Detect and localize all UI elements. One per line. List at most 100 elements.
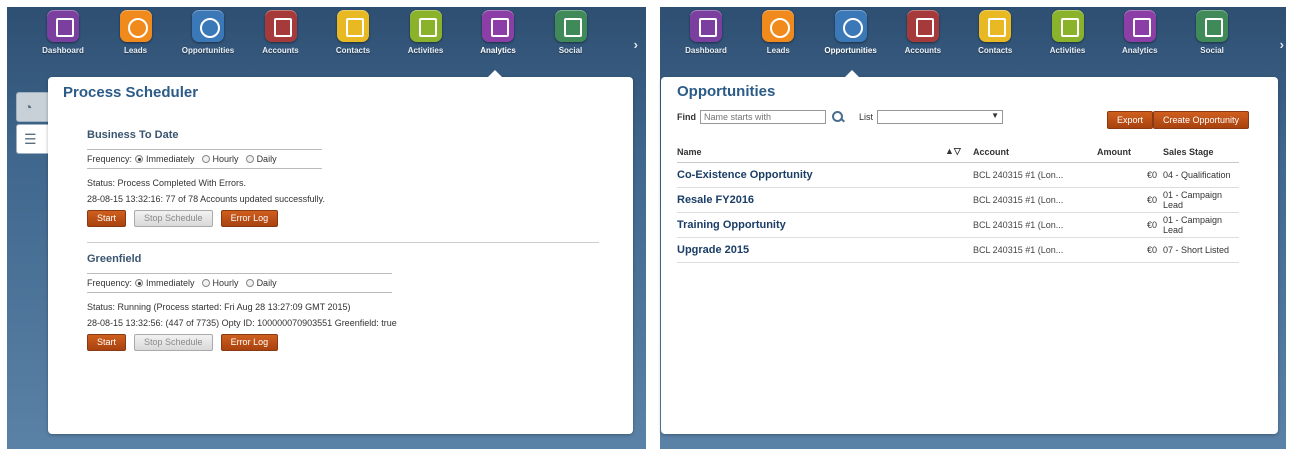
column-header-sales-stage[interactable]: Sales Stage xyxy=(1161,142,1239,163)
opportunity-link[interactable]: Training Opportunity xyxy=(677,219,786,231)
filter-bar: Find List ▼ xyxy=(677,110,1004,124)
dashboard-icon xyxy=(47,10,79,42)
start-button[interactable]: Start xyxy=(87,334,127,351)
nav-item-contacts[interactable]: Contacts xyxy=(322,10,384,55)
export-button[interactable]: Export xyxy=(1107,111,1154,129)
nav-label: Opportunities xyxy=(824,46,877,55)
table-header-row: Name ▲▽ Account Amount Sales Stage xyxy=(677,142,1239,163)
nav-label: Accounts xyxy=(262,46,299,55)
spacer-cell xyxy=(945,162,973,188)
radio-daily[interactable] xyxy=(245,155,254,163)
radio-immediately[interactable] xyxy=(135,279,144,287)
status-detail: 28-08-15 13:32:16: 77 of 78 Accounts upd… xyxy=(87,194,325,204)
table-row[interactable]: Training Opportunity BCL 240315 #1 (Lon..… xyxy=(677,212,1239,238)
search-icon[interactable] xyxy=(831,110,845,124)
leads-icon xyxy=(762,10,795,42)
nav-item-contacts[interactable]: Contacts xyxy=(964,10,1026,55)
nav-item-activities[interactable]: Activities xyxy=(395,10,457,55)
account-link[interactable]: BCL 240315 #1 (Lon... xyxy=(973,245,1063,255)
radio-hourly[interactable] xyxy=(201,279,210,287)
nav-item-leads[interactable]: Leads xyxy=(747,10,809,55)
opportunities-panel: Opportunities Find List ▼ Export Create … xyxy=(661,77,1278,434)
section-title: Business To Date xyxy=(87,129,179,141)
create-opportunity-button[interactable]: Create Opportunity xyxy=(1153,111,1250,129)
page-title: Process Scheduler xyxy=(63,84,199,101)
opportunity-name-cell: Upgrade 2015 xyxy=(677,237,945,263)
sales-stage-cell: 01 - Campaign Lead xyxy=(1161,212,1239,238)
opportunity-name-cell: Training Opportunity xyxy=(677,212,945,238)
stop-schedule-button[interactable]: Stop Schedule xyxy=(134,210,213,227)
table-row[interactable]: Upgrade 2015 BCL 240315 #1 (Lon... €0 07 - … xyxy=(677,237,1239,263)
table-row[interactable]: Co-Existence Opportunity BCL 240315 #1 (L… xyxy=(677,162,1239,188)
sort-icon[interactable]: ▲▽ xyxy=(945,142,973,163)
opportunity-name-cell: Resale FY2016 xyxy=(677,187,945,213)
opportunities-screen: Dashboard Leads Opportunities Accounts Conta… xyxy=(652,0,1292,449)
section-business-to-date: Business To Date Frequency: Immediately … xyxy=(87,129,325,227)
active-nav-pointer xyxy=(488,70,502,77)
radio-hourly[interactable] xyxy=(201,155,210,163)
side-tab-gauge[interactable]: ◔ xyxy=(16,92,48,122)
opportunity-name-cell: Co-Existence Opportunity xyxy=(677,162,945,188)
nav-label: Dashboard xyxy=(42,46,84,55)
nav-item-dashboard[interactable]: Dashboard xyxy=(32,10,94,55)
social-icon xyxy=(1196,10,1229,42)
nav-item-accounts[interactable]: Accounts xyxy=(892,10,954,55)
radio-immediately[interactable] xyxy=(135,155,144,163)
nav-item-activities[interactable]: Activities xyxy=(1037,10,1099,55)
sales-stage-cell: 01 - Campaign Lead xyxy=(1161,187,1239,213)
nav-label: Social xyxy=(558,46,583,55)
opportunity-link[interactable]: Resale FY2016 xyxy=(677,194,754,206)
nav-label: Social xyxy=(1200,46,1224,55)
error-log-button[interactable]: Error Log xyxy=(220,210,279,227)
column-header-account[interactable]: Account xyxy=(973,142,1097,163)
sales-stage-cell: 07 - Short Listed xyxy=(1161,237,1239,263)
nav-item-social[interactable]: Social xyxy=(1181,10,1243,55)
error-log-button[interactable]: Error Log xyxy=(220,334,279,351)
accounts-icon xyxy=(906,10,939,42)
account-link[interactable]: BCL 240315 #1 (Lon... xyxy=(973,170,1063,180)
column-header-amount[interactable]: Amount xyxy=(1097,142,1161,163)
leads-icon xyxy=(119,10,152,42)
nav-more-arrow-icon[interactable]: › xyxy=(1280,37,1284,52)
chevron-down-icon: ▼ xyxy=(991,111,1000,120)
dashboard-icon xyxy=(690,10,722,42)
account-link[interactable]: BCL 240315 #1 (Lon... xyxy=(973,195,1063,205)
nav-label: Leads xyxy=(766,46,790,55)
button-row: Start Stop Schedule Error Log xyxy=(87,210,322,227)
nav-item-dashboard[interactable]: Dashboard xyxy=(675,10,737,55)
nav-item-leads[interactable]: Leads xyxy=(105,10,167,55)
nav-label: Opportunities xyxy=(181,46,235,55)
nav-item-opportunities[interactable]: Opportunities xyxy=(177,10,239,55)
side-tab-report[interactable]: ☰ xyxy=(16,124,48,154)
page-title: Opportunities xyxy=(677,83,776,100)
nav-item-accounts[interactable]: Accounts xyxy=(250,10,312,55)
opportunity-link[interactable]: Upgrade 2015 xyxy=(677,244,749,256)
nav-item-analytics[interactable]: Analytics xyxy=(467,10,529,55)
nav-more-arrow-icon[interactable]: › xyxy=(634,37,638,52)
nav-item-social[interactable]: Social xyxy=(540,10,602,55)
stop-schedule-button[interactable]: Stop Schedule xyxy=(134,334,213,351)
main-nav-bar: Dashboard Leads Opportunities Accounts Conta… xyxy=(0,0,646,62)
side-tabs: ◔ ☰ xyxy=(16,92,48,156)
section-divider xyxy=(87,168,322,169)
start-button[interactable]: Start xyxy=(87,210,127,227)
contacts-icon xyxy=(979,10,1012,42)
list-label: List xyxy=(859,112,874,122)
accounts-icon xyxy=(264,10,297,42)
option-daily-label: Daily xyxy=(256,154,277,164)
table-row[interactable]: Resale FY2016 BCL 240315 #1 (Lon... €0 01 -… xyxy=(677,187,1239,213)
nav-item-opportunities[interactable]: Opportunities xyxy=(820,10,882,55)
column-header-name[interactable]: Name xyxy=(677,142,945,163)
account-link[interactable]: BCL 240315 #1 (Lon... xyxy=(973,220,1063,230)
find-input[interactable] xyxy=(700,110,826,124)
contacts-icon xyxy=(337,10,369,42)
opportunity-link[interactable]: Co-Existence Opportunity xyxy=(677,169,813,181)
option-hourly-label: Hourly xyxy=(212,278,239,288)
active-nav-pointer xyxy=(845,70,859,77)
account-cell: BCL 240315 #1 (Lon... xyxy=(973,187,1097,213)
find-label: Find xyxy=(677,112,696,122)
radio-daily[interactable] xyxy=(245,279,254,287)
list-select[interactable]: ▼ xyxy=(877,110,1004,124)
nav-item-analytics[interactable]: Analytics xyxy=(1109,10,1171,55)
gauge-icon: ◔ xyxy=(24,99,33,115)
